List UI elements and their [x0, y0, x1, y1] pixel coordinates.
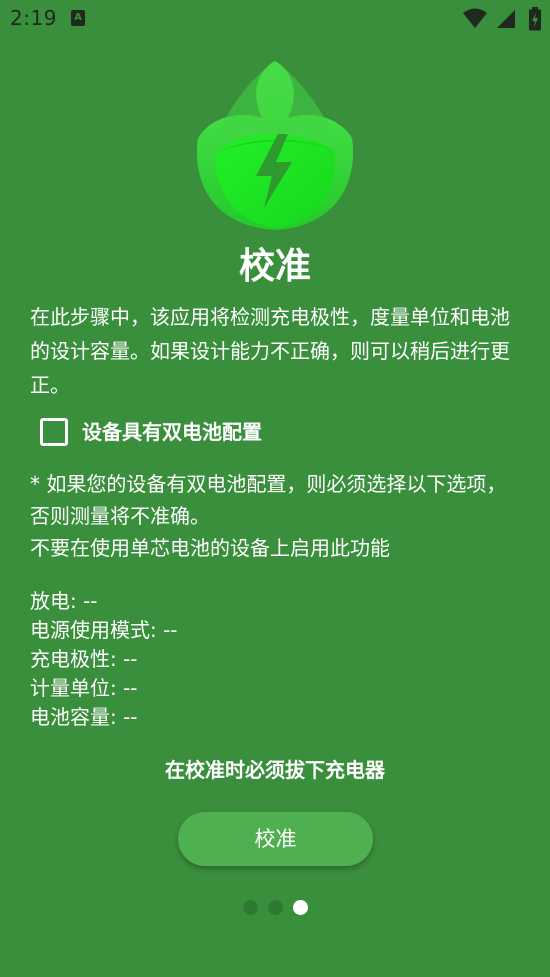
- app-logo: [190, 58, 360, 233]
- calibrate-button[interactable]: 校准: [178, 812, 373, 866]
- info-battery-capacity: 电池容量: --: [30, 705, 138, 729]
- leaf-lightning-bolt-logo: [196, 61, 354, 230]
- calibration-description: 在此步骤中，该应用将检测充电极性，度量单位和电池的设计容量。如果设计能力不正确，…: [30, 305, 510, 397]
- status-icons: [462, 7, 542, 31]
- info-power-mode: 电源使用模式: --: [30, 618, 178, 642]
- info-charge-polarity: 充电极性: --: [30, 647, 138, 671]
- calibration-info-list: 放电: -- 电源使用模式: -- 充电极性: -- 计量单位: -- 电池容量…: [30, 587, 520, 732]
- dual-battery-checkbox-row[interactable]: 设备具有双电池配置: [40, 416, 262, 448]
- dual-battery-warning: * 如果您的设备有双电池配置，则必须选择以下选项，否则测量将不准确。 不要在使用…: [30, 468, 522, 564]
- cellular-signal-icon: [496, 10, 515, 28]
- dual-battery-checkbox[interactable]: [40, 418, 68, 446]
- warning-line-2: 不要在使用单芯电池的设备上启用此功能: [30, 536, 390, 560]
- status-bar: 2:19 A: [0, 0, 550, 38]
- unplug-charger-note: 在校准时必须拔下充电器: [165, 758, 385, 782]
- notification-icon: A: [71, 10, 85, 26]
- page-dot-3-active: [292, 900, 308, 915]
- page-dot-1: [242, 900, 258, 915]
- status-time: 2:19: [10, 6, 57, 30]
- warning-line-1: * 如果您的设备有双电池配置，则必须选择以下选项，否则测量将不准确。: [30, 472, 507, 528]
- info-measurement-unit: 计量单位: --: [30, 676, 138, 700]
- info-discharge: 放电: --: [30, 589, 98, 613]
- battery-charging-icon: [529, 7, 541, 31]
- page-dot-2: [267, 900, 283, 915]
- dual-battery-checkbox-label: 设备具有双电池配置: [82, 420, 262, 444]
- page-indicator: [0, 900, 550, 916]
- wifi-icon: [462, 8, 487, 28]
- page-title: 校准: [238, 246, 311, 287]
